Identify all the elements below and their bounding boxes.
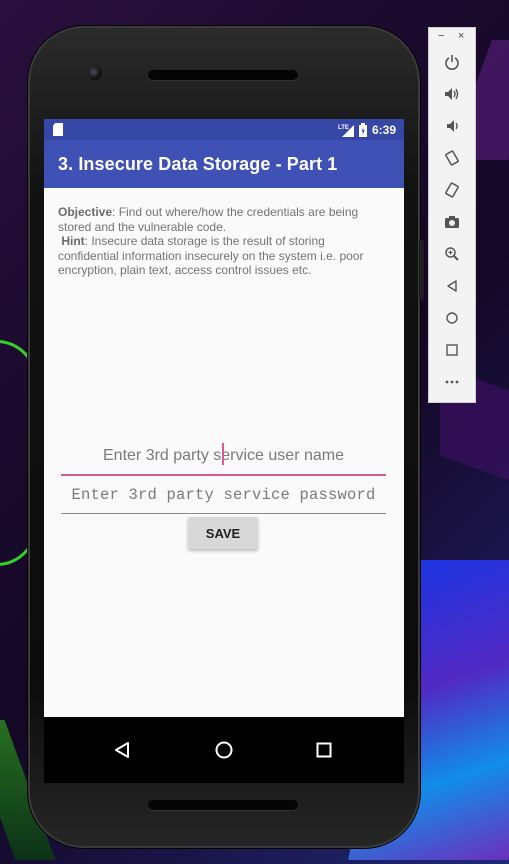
volume-up-button[interactable] [439,81,465,107]
signal-icon: LTE [338,125,354,137]
back-button[interactable] [105,733,139,767]
text-cursor [222,443,224,465]
hint-text: : Insecure data storage is the result of… [58,234,364,277]
side-button [419,240,424,300]
password-field-wrapper [61,479,386,514]
sd-card-icon [53,123,63,136]
save-button[interactable]: SAVE [188,517,258,549]
minimize-button[interactable]: − [438,30,444,42]
more-button[interactable] [439,369,465,395]
rotate-left-icon [445,150,459,166]
back-icon [115,742,129,758]
battery-icon [358,123,367,137]
emulator-back-button[interactable] [439,273,465,299]
challenge-description: Objective: Find out where/how the creden… [58,205,388,278]
app-bar: 3. Insecure Data Storage - Part 1 [44,140,404,188]
power-button[interactable] [439,49,465,75]
navigation-bar [44,717,404,783]
more-icon [445,380,459,384]
recents-icon [316,742,332,758]
objective-label: Objective [58,205,113,219]
overview-icon [446,344,458,356]
home-button[interactable] [207,733,241,767]
power-icon [445,55,459,70]
emulator-toolbar: − × [428,27,476,403]
volume-up-icon [445,88,459,100]
main-content: Objective: Find out where/how the creden… [44,188,404,717]
page-title: 3. Insecure Data Storage - Part 1 [58,154,338,174]
camera-icon [445,216,459,228]
front-camera [88,66,102,80]
status-bar: LTE 6:39 [44,119,404,140]
home-icon [215,741,233,759]
close-button[interactable]: × [458,30,464,42]
earpiece-speaker [148,70,298,80]
rotate-right-icon [445,182,459,198]
bottom-speaker [148,800,298,810]
back-icon [447,280,457,292]
volume-down-button[interactable] [439,113,465,139]
status-time: 6:39 [371,123,396,137]
zoom-icon [445,247,459,261]
emulator-home-button[interactable] [439,305,465,331]
hint-label: Hint [61,234,85,248]
status-icons: LTE 6:39 [338,122,396,138]
emulator-overview-button[interactable] [439,337,465,363]
svg-text:LTE: LTE [338,125,349,131]
rotate-right-button[interactable] [439,177,465,203]
password-input[interactable] [61,479,386,511]
username-field-wrapper [61,440,386,476]
device-screen: LTE 6:39 3. Insecure Data Storage - Part… [44,119,404,783]
screenshot-button[interactable] [439,209,465,235]
zoom-button[interactable] [439,241,465,267]
volume-down-icon [447,120,458,132]
recents-button[interactable] [307,733,341,767]
home-icon [446,312,458,324]
rotate-left-button[interactable] [439,145,465,171]
